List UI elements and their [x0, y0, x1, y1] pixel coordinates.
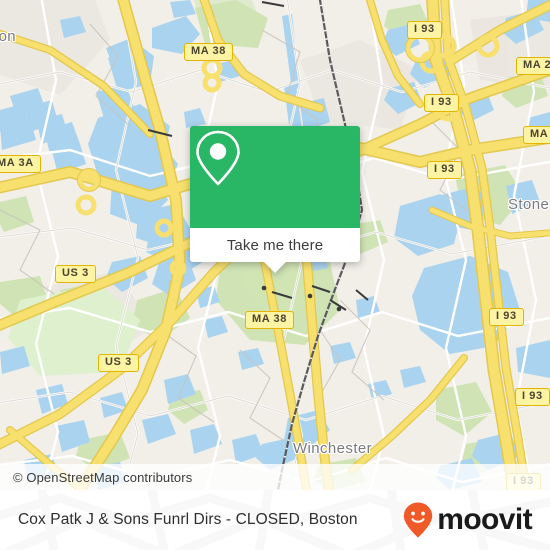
- shield-ma-3a: MA 3A: [0, 155, 41, 173]
- take-me-there-label: Take me there: [226, 236, 324, 254]
- footer-content: Cox Patk J & Sons Funrl Dirs - CLOSED, B…: [0, 490, 550, 550]
- map-page: ton Stone Winchester MA 38 I 93 I 93 MA …: [0, 0, 550, 550]
- popup-pointer-tail: [264, 262, 286, 273]
- shield-ma-38-north: MA 38: [184, 43, 233, 61]
- take-me-there-popup[interactable]: Take me there: [190, 126, 360, 273]
- map-canvas[interactable]: ton Stone Winchester MA 38 I 93 I 93 MA …: [0, 0, 550, 490]
- shield-i-93-upper: I 93: [424, 94, 459, 112]
- map-attribution-bar: © OpenStreetMap contributors: [0, 464, 550, 490]
- shield-i-93-mid: I 93: [427, 161, 462, 179]
- popup-icon-panel: [190, 126, 360, 228]
- footer-bar: Cox Patk J & Sons Funrl Dirs - CLOSED, B…: [0, 490, 550, 550]
- shield-ma-38-center: MA 38: [245, 311, 294, 329]
- osm-attribution-text[interactable]: © OpenStreetMap contributors: [0, 470, 192, 485]
- shield-us-3-lower: US 3: [98, 354, 139, 372]
- moovit-brand[interactable]: moovit: [402, 501, 533, 539]
- shield-us-3-upper: US 3: [55, 265, 96, 283]
- shield-i-93-north: I 93: [407, 21, 442, 39]
- popup-action-bar[interactable]: Take me there: [190, 228, 360, 273]
- moovit-wordmark: moovit: [437, 503, 532, 536]
- shield-ma-2: MA 2: [523, 126, 550, 144]
- place-title: Cox Patk J & Sons Funrl Dirs - CLOSED, B…: [18, 511, 358, 528]
- shield-ma-28: MA 28: [516, 57, 550, 75]
- shield-i-93-right: I 93: [489, 308, 524, 326]
- moovit-smiley-pin-icon: [404, 502, 433, 538]
- shield-i-93-lower: I 93: [515, 388, 550, 406]
- map-pin-icon: [196, 130, 240, 186]
